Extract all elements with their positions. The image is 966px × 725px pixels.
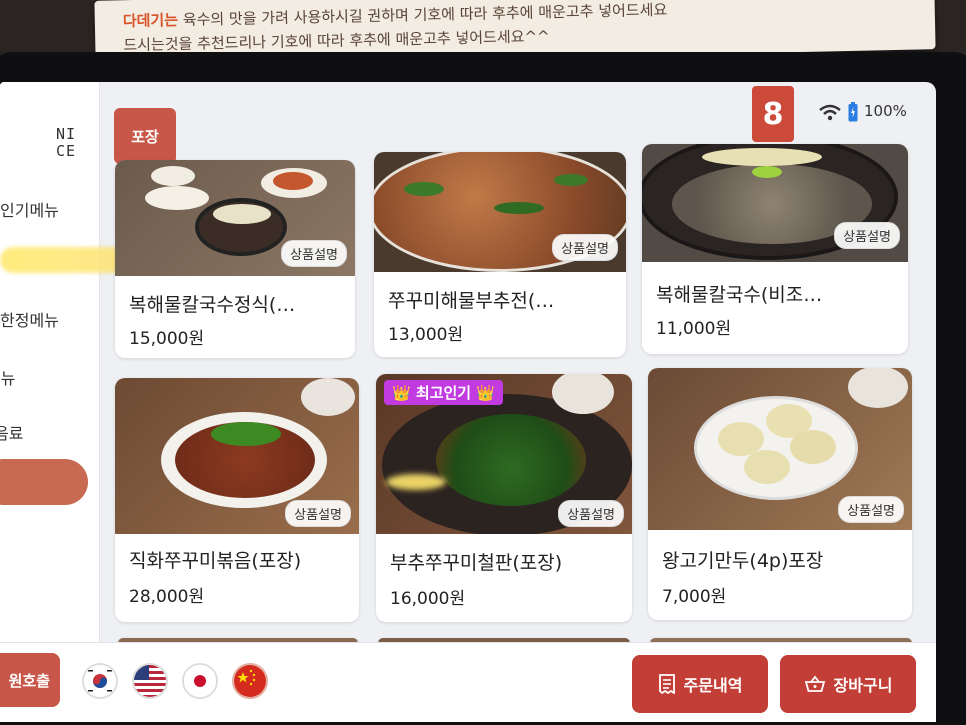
badge-text: 최고인기 (415, 384, 472, 402)
receipt-icon (658, 674, 675, 694)
product-name: 직화쭈꾸미볶음(포장) (129, 550, 302, 572)
photo-stage: 다데기는 육수의 맛을 가려 사용하시길 권하며 기호에 따라 후추에 매운고추… (0, 0, 966, 725)
sidebar-item-drinks[interactable]: 음료 (0, 420, 23, 444)
product-desc-button[interactable]: 상품설명 (838, 496, 904, 523)
logo-line-2: CE (56, 142, 77, 160)
sidebar-item-menu[interactable]: 메뉴 (0, 365, 15, 389)
product-price: 28,000원 (129, 587, 205, 607)
pack-tag: 포장 (114, 108, 176, 164)
best-seller-badge: 👑 최고인기 👑 (384, 380, 504, 405)
category-sidebar: NI CE 인기메뉴 한정메뉴 메뉴 음료 (0, 82, 100, 642)
sidebar-item-popular[interactable]: 인기메뉴 (0, 197, 59, 221)
product-card[interactable]: 상품설명 복해물칼국수정식(… 15,000원 (115, 160, 355, 358)
cart-label: 장바구니 (833, 676, 893, 695)
product-price: 15,000원 (129, 329, 205, 349)
product-card[interactable]: 상품설명 왕고기만두(4p)포장 7,000원 (648, 368, 912, 620)
product-card[interactable]: 상품설명 직화쭈꾸미볶음(포장) 28,000원 (115, 378, 359, 622)
product-name: 복해물칼국수(비조… (656, 284, 823, 306)
sidebar-item-active[interactable] (0, 459, 88, 505)
product-desc-button[interactable]: 상품설명 (285, 500, 351, 527)
kiosk-screen: 포장 8 100% NI CE 인기메뉴 한정메뉴 메뉴 음료 (0, 82, 936, 722)
basket-icon (804, 675, 825, 692)
product-price: 13,000원 (388, 325, 464, 345)
product-price: 11,000원 (656, 319, 732, 339)
bottom-bar: 원호출 주문내역 장바구니 (0, 642, 936, 722)
sign-highlight: 다데기는 (122, 11, 179, 31)
product-name: 쭈꾸미해물부추전(… (388, 290, 555, 312)
sign-text-1: 육수의 맛을 가려 사용하시길 권하며 기호에 따라 후추에 매운고추 넣어드세… (177, 0, 668, 30)
product-price: 16,000원 (390, 589, 466, 609)
table-number-badge: 8 (752, 86, 794, 142)
sidebar-item-limited[interactable]: 한정메뉴 (0, 307, 59, 331)
us-flag-icon[interactable] (132, 663, 168, 699)
battery-percent: 100% (864, 102, 907, 120)
product-card[interactable]: 👑 최고인기 👑 상품설명 부추쭈꾸미철판(포장) 16,000원 (376, 374, 632, 622)
battery-icon (848, 102, 858, 122)
logo-line-1: NI (56, 125, 77, 143)
product-card[interactable]: 상품설명 쭈꾸미해물부추전(… 13,000원 (374, 152, 626, 357)
product-desc-button[interactable]: 상품설명 (281, 240, 347, 267)
product-name: 복해물칼국수정식(… (129, 294, 296, 316)
product-desc-button[interactable]: 상품설명 (558, 500, 624, 527)
cart-button[interactable]: 장바구니 (780, 655, 916, 713)
staff-call-button[interactable]: 원호출 (0, 653, 60, 707)
product-desc-button[interactable]: 상품설명 (552, 234, 618, 261)
product-desc-button[interactable]: 상품설명 (834, 222, 900, 249)
product-name: 부추쭈꾸미철판(포장) (390, 552, 563, 574)
china-flag-icon[interactable] (232, 663, 268, 699)
product-price: 7,000원 (662, 587, 727, 607)
product-name: 왕고기만두(4p)포장 (662, 550, 824, 572)
korean-flag-icon[interactable] (82, 663, 118, 699)
japan-flag-icon[interactable] (182, 663, 218, 699)
store-logo: NI CE (56, 126, 96, 160)
product-card[interactable]: 상품설명 복해물칼국수(비조… 11,000원 (642, 144, 908, 354)
sign-line-1: 다데기는 육수의 맛을 가려 사용하시길 권하며 기호에 따라 후추에 매운고추… (123, 0, 668, 31)
order-history-label: 주문내역 (683, 676, 743, 695)
wifi-icon (819, 104, 841, 121)
order-history-button[interactable]: 주문내역 (632, 655, 768, 713)
